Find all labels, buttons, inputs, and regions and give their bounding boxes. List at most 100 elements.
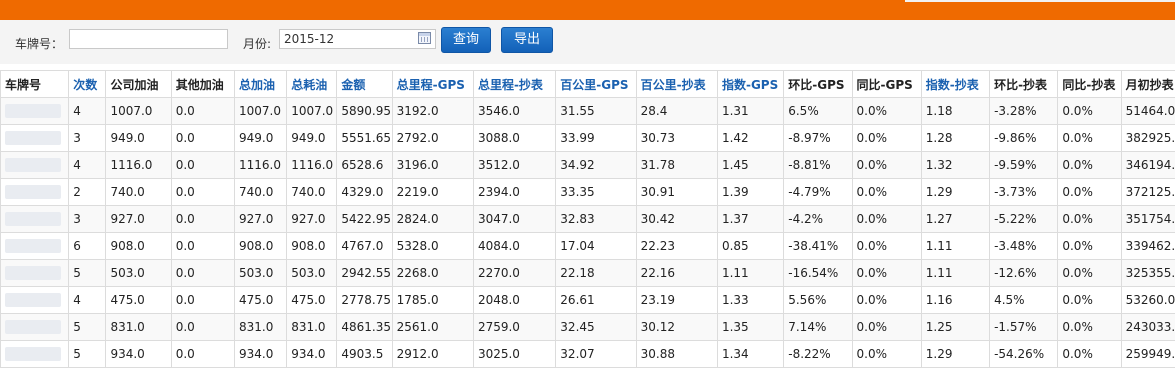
table-cell: 908.0 xyxy=(233,232,288,260)
table-cell: 1116.0 xyxy=(233,151,288,179)
column-header[interactable]: 总耗油 xyxy=(286,70,338,98)
table-cell: 1.42 xyxy=(716,124,785,152)
table-cell: 503.0 xyxy=(105,259,172,287)
column-header: 车牌号 xyxy=(0,70,70,98)
table-cell: 3 xyxy=(68,124,107,152)
column-header: 环比-抄表 xyxy=(989,70,1059,98)
table-cell: 934.0 xyxy=(105,340,172,368)
table-cell: 1.11 xyxy=(716,259,785,287)
table-cell: 0.0 xyxy=(170,124,235,152)
column-header[interactable]: 次数 xyxy=(68,70,107,98)
table-cell: 1.39 xyxy=(716,178,785,206)
table-cell: 0.0 xyxy=(170,97,235,125)
table-cell: 1.11 xyxy=(920,259,991,287)
table-cell: 0.0% xyxy=(1057,97,1122,125)
table-cell: -3.28% xyxy=(989,97,1059,125)
column-header[interactable]: 金额 xyxy=(336,70,393,98)
column-header[interactable]: 总里程-抄表 xyxy=(472,70,557,98)
table-cell: 740.0 xyxy=(233,178,288,206)
table-cell: 4.5% xyxy=(989,286,1059,314)
table-cell: 5 xyxy=(68,313,107,341)
table-cell: 908.0 xyxy=(105,232,172,260)
table-cell: 3 xyxy=(68,205,107,233)
table-cell: -1.57% xyxy=(989,313,1059,341)
table-cell: 475.0 xyxy=(286,286,338,314)
table-cell: 831.0 xyxy=(105,313,172,341)
column-header[interactable]: 指数-抄表 xyxy=(920,70,991,98)
table-cell: 3512.0 xyxy=(472,151,557,179)
table-cell: 1.33 xyxy=(716,286,785,314)
table-cell: 1116.0 xyxy=(105,151,172,179)
table-cell: -12.6% xyxy=(989,259,1059,287)
table-cell: 28.4 xyxy=(635,97,718,125)
table-cell: 503.0 xyxy=(233,259,288,287)
table-cell: 1.25 xyxy=(920,313,991,341)
plate-number-redacted xyxy=(5,158,61,173)
table-cell: 32.83 xyxy=(555,205,637,233)
table-cell: 3025.0 xyxy=(472,340,557,368)
table-cell: -8.97% xyxy=(783,124,853,152)
column-header[interactable]: 指数-GPS xyxy=(716,70,785,98)
table-cell: 17.04 xyxy=(555,232,637,260)
table-cell: 31.55 xyxy=(555,97,637,125)
plate-input[interactable] xyxy=(69,29,228,49)
table-cell: 949.0 xyxy=(233,124,288,152)
table-cell: 475.0 xyxy=(105,286,172,314)
calendar-icon[interactable] xyxy=(418,32,431,44)
column-header[interactable]: 总加油 xyxy=(233,70,288,98)
table-cell: 740.0 xyxy=(105,178,172,206)
table-cell: 0.0 xyxy=(170,286,235,314)
table-cell: 325355.0 xyxy=(1120,259,1175,287)
plate-cell xyxy=(0,205,70,233)
table-cell: 23.19 xyxy=(635,286,718,314)
table-cell: 0.0 xyxy=(170,313,235,341)
plate-number-redacted xyxy=(5,347,61,362)
column-header: 公司加油 xyxy=(105,70,172,98)
export-button[interactable]: 导出 xyxy=(501,27,553,53)
plate-cell xyxy=(0,286,70,314)
table-cell: 243033.0 xyxy=(1120,313,1175,341)
table-cell: 5422.95 xyxy=(336,205,393,233)
table-cell: -3.73% xyxy=(989,178,1059,206)
table-cell: 339462.0 xyxy=(1120,232,1175,260)
table-cell: -9.86% xyxy=(989,124,1059,152)
column-header[interactable]: 总里程-GPS xyxy=(391,70,474,98)
table-cell: 0.0 xyxy=(170,205,235,233)
table-cell: 33.35 xyxy=(555,178,637,206)
table-cell: -8.81% xyxy=(783,151,853,179)
top-header-bar xyxy=(0,0,1175,20)
month-input[interactable] xyxy=(279,29,436,49)
table-cell: 2792.0 xyxy=(391,124,474,152)
table-cell: 927.0 xyxy=(233,205,288,233)
plate-cell xyxy=(0,259,70,287)
table-row: 5 503.0 0.0 503.0 503.0 2942.55 2268.0 2270.0 22… xyxy=(0,259,1175,287)
column-header[interactable]: 百公里-抄表 xyxy=(635,70,718,98)
table-cell: 2394.0 xyxy=(472,178,557,206)
table-cell: 31.78 xyxy=(635,151,718,179)
plate-cell xyxy=(0,151,70,179)
table-cell: 0.0% xyxy=(851,340,922,368)
table-cell: 0.0% xyxy=(851,97,922,125)
table-cell: 4329.0 xyxy=(336,178,393,206)
plate-number-redacted xyxy=(5,185,61,200)
table-cell: 1007.0 xyxy=(105,97,172,125)
table-cell: 927.0 xyxy=(286,205,338,233)
table-cell: 1.28 xyxy=(920,124,991,152)
table-cell: 1.45 xyxy=(716,151,785,179)
table-cell: 5 xyxy=(68,259,107,287)
table-cell: 1007.0 xyxy=(286,97,338,125)
plate-cell xyxy=(0,232,70,260)
table-cell: 0.85 xyxy=(716,232,785,260)
query-button[interactable]: 查询 xyxy=(441,27,491,53)
plate-cell xyxy=(0,313,70,341)
table-cell: -8.22% xyxy=(783,340,853,368)
table-cell: 1.29 xyxy=(920,178,991,206)
column-header[interactable]: 百公里-GPS xyxy=(555,70,637,98)
table-cell: 4903.5 xyxy=(336,340,393,368)
table-cell: -5.22% xyxy=(989,205,1059,233)
table-cell: 3546.0 xyxy=(472,97,557,125)
table-cell: 6.5% xyxy=(783,97,853,125)
table-cell: 949.0 xyxy=(105,124,172,152)
table-cell: 5 xyxy=(68,340,107,368)
table-row: 6 908.0 0.0 908.0 908.0 4767.0 5328.0 4084.0 17.… xyxy=(0,232,1175,260)
